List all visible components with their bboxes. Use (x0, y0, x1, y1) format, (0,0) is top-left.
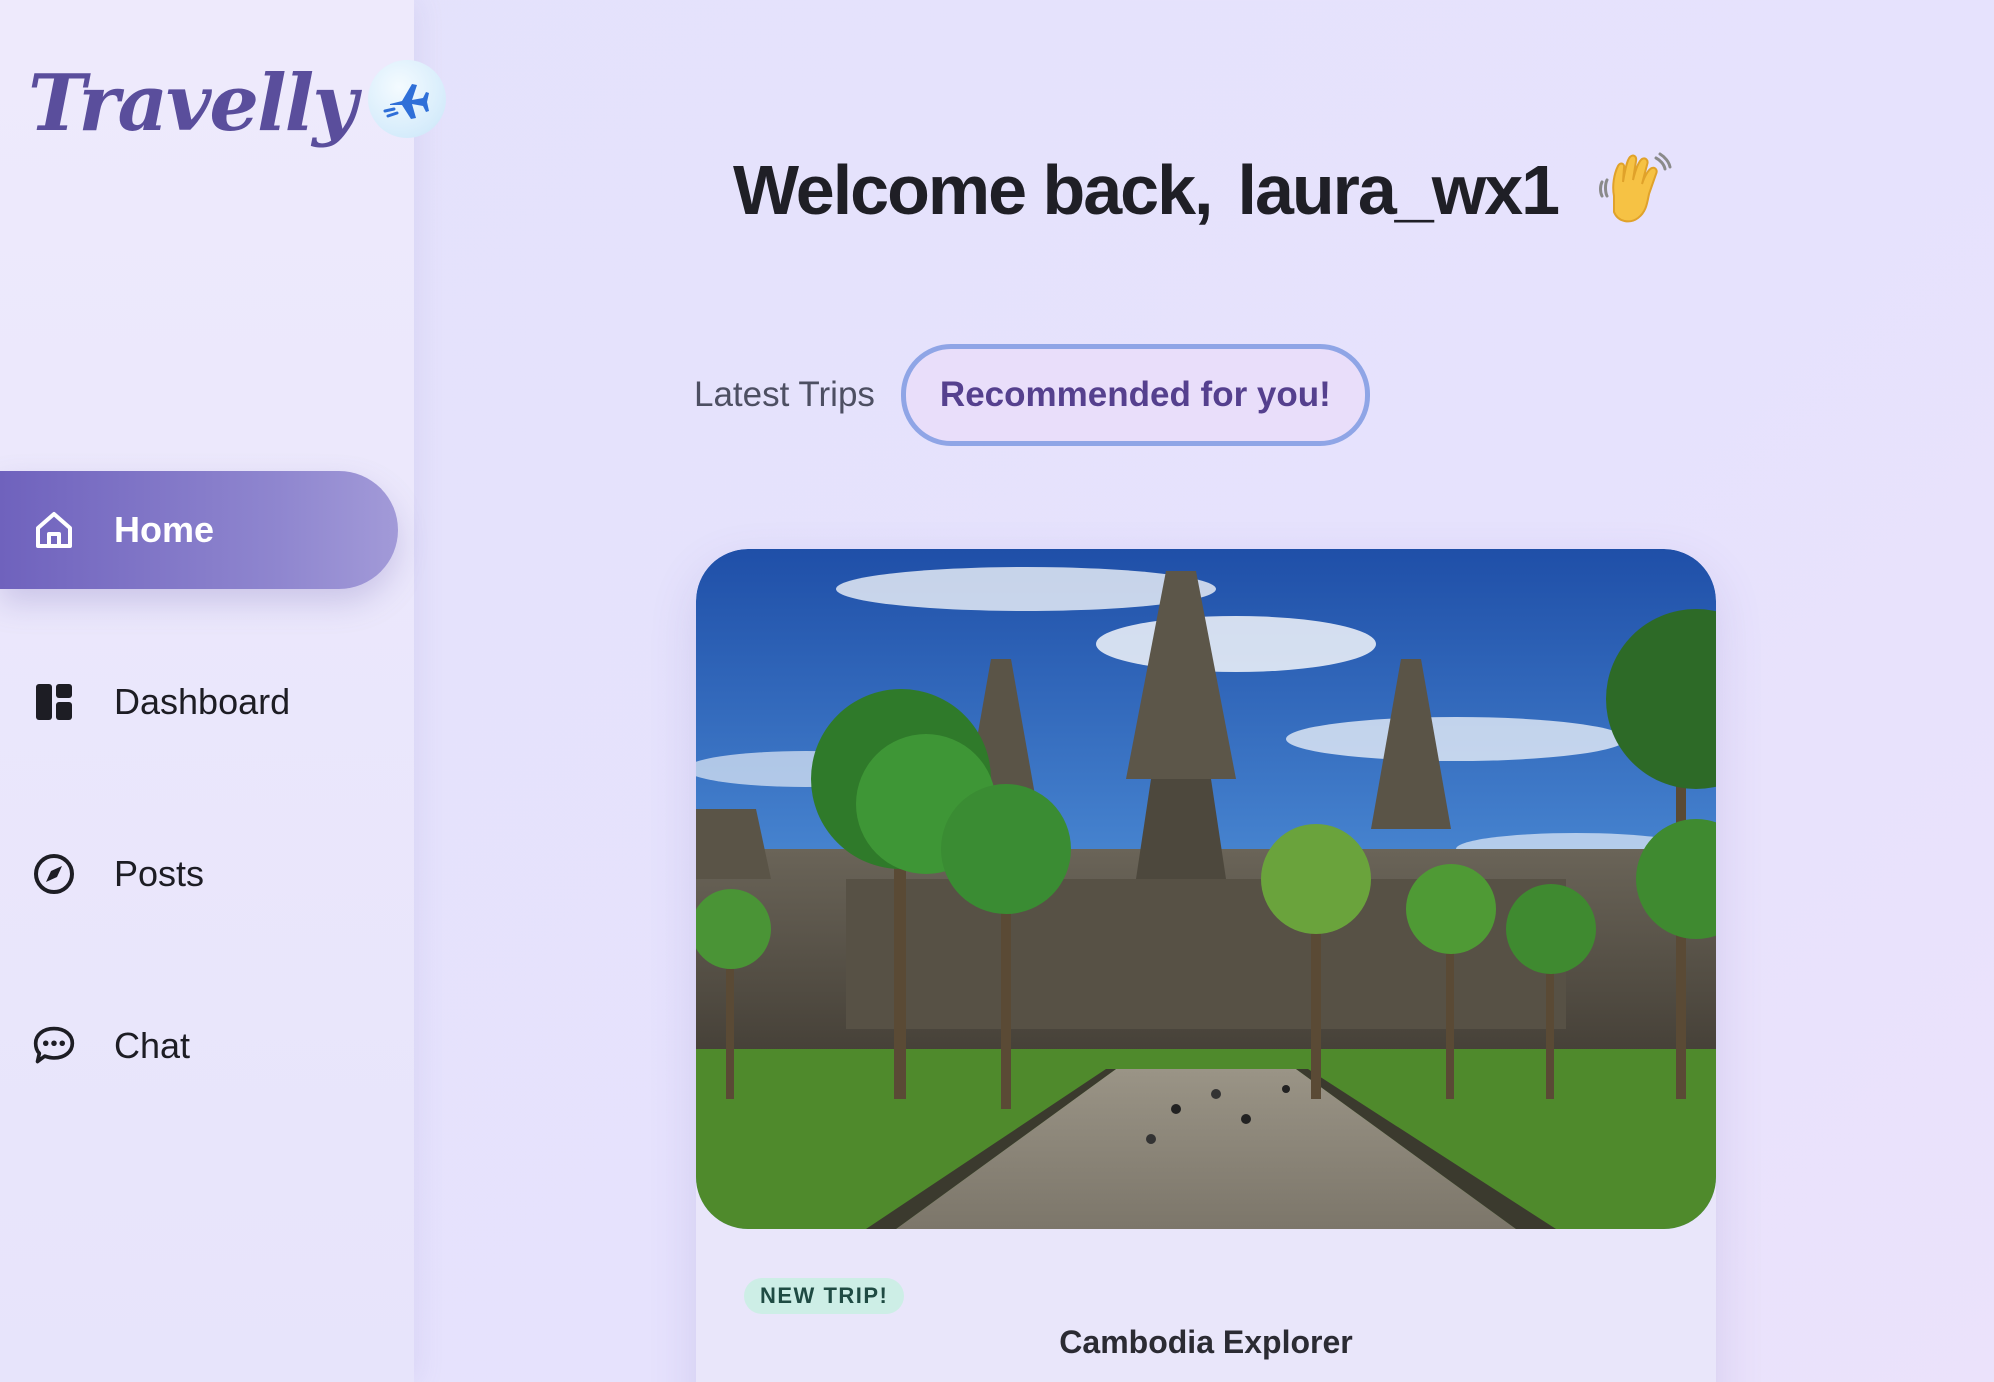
sidebar-item-label: Home (114, 509, 215, 550)
sidebar-item-chat[interactable]: Chat (0, 987, 398, 1105)
chat-bubble-icon (32, 1024, 76, 1068)
tab-recommended[interactable]: Recommended for you! (900, 344, 1370, 446)
brand-name: Travelly (28, 58, 358, 149)
tab-latest-trips[interactable]: Latest Trips (694, 375, 875, 415)
app-logo[interactable]: Travelly (28, 58, 446, 149)
sidebar-item-label: Chat (114, 1025, 191, 1066)
greeting-text: Welcome back, (733, 151, 1213, 229)
sidebar: Travelly Home Dashboard Posts Chat (0, 0, 446, 1382)
trip-card[interactable]: NEW TRIP! Cambodia Explorer (696, 549, 1716, 1382)
trip-tabs: Latest Trips Recommended for you! (694, 344, 1370, 446)
home-icon (32, 508, 76, 552)
page-title: Welcome back, laura_wx1 (733, 150, 1676, 230)
username: laura_wx1 (1237, 151, 1561, 229)
dashboard-icon (32, 680, 76, 724)
angkor-wat-temple-photo (696, 549, 1716, 1229)
sidebar-item-home[interactable]: Home (0, 471, 398, 589)
compass-icon (32, 852, 76, 896)
sidebar-item-dashboard[interactable]: Dashboard (0, 643, 398, 761)
trip-title: Cambodia Explorer (1059, 1324, 1353, 1360)
sidebar-item-label: Posts (114, 853, 205, 894)
airplane-icon (367, 59, 446, 138)
new-trip-badge: NEW TRIP! (744, 1278, 905, 1314)
sidebar-item-label: Dashboard (114, 681, 291, 722)
waving-hand-icon (1594, 152, 1676, 228)
sidebar-item-posts[interactable]: Posts (0, 815, 398, 933)
